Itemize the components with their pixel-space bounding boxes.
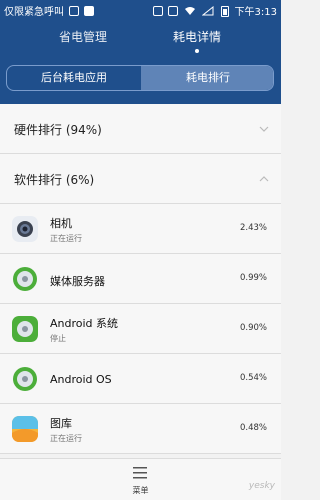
chevron-up-icon: [259, 176, 269, 182]
app-status: 停止: [50, 334, 66, 343]
camera-icon: [12, 216, 38, 242]
app-name: 媒体服务器: [50, 275, 105, 288]
app-percent: 0.99%: [239, 273, 267, 283]
watermark: yesky: [248, 481, 275, 491]
main-tabs: 省电管理 耗电详情: [0, 28, 281, 58]
status-left: 仅限紧急呼叫: [4, 3, 95, 18]
segment-background-apps[interactable]: 后台耗电应用: [7, 66, 141, 90]
hardware-ranking-header[interactable]: 硬件排行 (94%): [0, 104, 281, 154]
app-status: 正在运行: [50, 234, 82, 243]
app-row-camera[interactable]: 相机 正在运行 2.43%: [0, 204, 281, 254]
image-notification-icon: [69, 6, 80, 16]
app-name: 相机: [50, 217, 72, 230]
tab-power-details-label: 耗电详情: [172, 30, 221, 44]
chevron-down-icon: [259, 126, 269, 132]
active-tab-indicator: [195, 49, 199, 53]
vibrate-icon: [167, 6, 178, 16]
app-row-media-server[interactable]: 媒体服务器 0.99%: [0, 254, 281, 304]
nfc-icon: [152, 6, 163, 16]
android-gear-icon: [12, 316, 38, 342]
huawei-notification-icon: [84, 6, 95, 16]
signal-icon: [202, 6, 214, 16]
carrier-text: 仅限紧急呼叫: [4, 7, 64, 18]
wifi-icon: [184, 7, 195, 15]
hardware-ranking-label: 硬件排行 (94%): [14, 123, 102, 137]
status-right: 下午3:13: [151, 3, 277, 18]
app-row-android-os[interactable]: Android OS 0.54%: [0, 354, 281, 404]
battery-icon: [221, 6, 230, 17]
segmented-control: 后台耗电应用 耗电排行: [6, 65, 274, 91]
top-app-bar: 仅限紧急呼叫 下午3:13 省电管理 耗电详情 后台耗电应用 耗电排行: [0, 0, 281, 104]
app-name: Android OS: [50, 373, 112, 386]
android-gear-icon: [12, 366, 38, 392]
menu-icon[interactable]: [133, 467, 147, 479]
app-name: 图库: [50, 417, 72, 430]
app-status: 正在运行: [50, 434, 82, 443]
software-ranking-label: 软件排行 (6%): [14, 173, 95, 187]
app-row-android-system[interactable]: Android 系统 停止 0.90%: [0, 304, 281, 354]
menu-label[interactable]: 菜单: [0, 485, 281, 496]
clock-text: 下午3:13: [234, 7, 277, 18]
app-name: Android 系统: [50, 317, 119, 330]
gallery-icon: [12, 416, 38, 442]
app-percent: 2.43%: [239, 223, 267, 233]
app-percent: 0.48%: [239, 423, 267, 433]
app-row-gallery[interactable]: 图库 正在运行 0.48%: [0, 404, 281, 454]
segment-power-ranking[interactable]: 耗电排行: [141, 66, 273, 90]
tab-power-saving[interactable]: 省电管理: [28, 28, 138, 45]
status-bar: 仅限紧急呼叫 下午3:13: [0, 0, 281, 20]
android-gear-icon: [12, 266, 38, 292]
bottom-bar: 菜单 yesky: [0, 458, 281, 500]
app-percent: 0.54%: [239, 373, 267, 383]
app-percent: 0.90%: [239, 323, 267, 333]
software-ranking-header[interactable]: 软件排行 (6%): [0, 154, 281, 204]
tab-power-details[interactable]: 耗电详情: [142, 28, 252, 53]
ranking-list: 硬件排行 (94%) 软件排行 (6%) 相机 正在运行 2.43% 媒体服务器…: [0, 104, 281, 458]
